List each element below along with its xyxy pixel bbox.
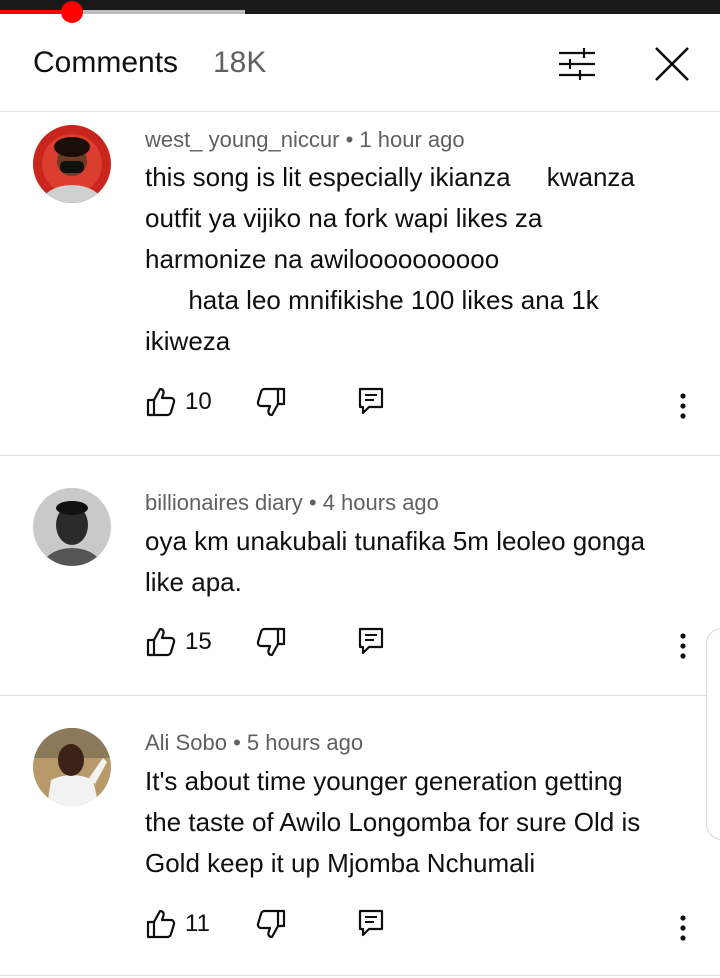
thumbs-down-icon bbox=[256, 627, 286, 657]
like-count: 15 bbox=[185, 628, 212, 655]
comment-author[interactable]: billionaires diary bbox=[145, 490, 303, 515]
scroll-indicator[interactable] bbox=[706, 628, 720, 840]
comments-count: 18K bbox=[213, 46, 267, 79]
reply-button[interactable] bbox=[357, 626, 385, 656]
close-button[interactable] bbox=[650, 42, 694, 86]
comment-line: harmonize na awiloooooooooo bbox=[145, 244, 500, 274]
reply-button[interactable] bbox=[357, 386, 385, 416]
like-count: 11 bbox=[185, 910, 210, 937]
comment-line: Gold keep it up Mjomba Nchumali bbox=[145, 848, 536, 878]
thumbs-up-icon bbox=[146, 627, 176, 657]
dislike-button[interactable] bbox=[255, 908, 287, 940]
thumbs-up-icon bbox=[146, 909, 176, 939]
thumbs-down-icon bbox=[256, 909, 286, 939]
comment-time: 1 hour ago bbox=[359, 127, 465, 152]
comment-line: this song is lit especially ikianza kwan… bbox=[145, 162, 635, 192]
comment-author[interactable]: west_ young_niccur bbox=[145, 127, 339, 152]
thumbs-up-icon bbox=[146, 387, 176, 417]
avatar[interactable] bbox=[33, 728, 111, 806]
more-vertical-icon bbox=[680, 915, 686, 941]
comment-time: 4 hours ago bbox=[322, 490, 439, 515]
comment-line: hata leo mnifikishe 100 likes ana 1k bbox=[145, 285, 599, 315]
comment-line: ikiweza bbox=[145, 326, 231, 356]
comment-meta: west_ young_niccur • 1 hour ago bbox=[145, 127, 465, 153]
reply-comment-icon bbox=[358, 909, 384, 937]
comment-time: 5 hours ago bbox=[246, 730, 364, 755]
comments-title: Comments bbox=[33, 46, 179, 79]
avatar[interactable] bbox=[33, 125, 111, 203]
comment-text: It's about time younger generation getti… bbox=[145, 761, 690, 884]
more-vertical-icon bbox=[680, 393, 686, 419]
meta-separator: • bbox=[308, 490, 317, 515]
reply-comment-icon bbox=[358, 387, 384, 415]
dislike-button[interactable] bbox=[255, 386, 287, 418]
filter-button[interactable] bbox=[555, 42, 599, 86]
filter-icon bbox=[559, 48, 595, 80]
reply-button[interactable] bbox=[357, 908, 385, 938]
meta-separator: • bbox=[345, 127, 354, 152]
comment-meta: billionaires diary • 4 hours ago bbox=[145, 490, 439, 516]
comment-item: Ali Sobo • 5 hours ago It's about time y… bbox=[0, 696, 720, 976]
comment-line: the taste of Awilo Longomba for sure Old… bbox=[145, 807, 641, 837]
comment-line: like apa. bbox=[145, 567, 242, 597]
more-options-button[interactable] bbox=[665, 908, 701, 948]
comment-text: this song is lit especially ikianza kwan… bbox=[145, 157, 690, 362]
more-vertical-icon bbox=[680, 633, 686, 659]
comments-header: Comments 18K bbox=[0, 14, 720, 112]
dislike-button[interactable] bbox=[255, 626, 287, 658]
like-button[interactable]: 10 bbox=[145, 386, 212, 418]
like-count: 10 bbox=[185, 388, 212, 415]
thumbs-down-icon bbox=[256, 387, 286, 417]
close-icon bbox=[655, 47, 689, 81]
reply-comment-icon bbox=[358, 627, 384, 655]
video-progress-bar[interactable] bbox=[0, 0, 720, 23]
avatar[interactable] bbox=[33, 488, 111, 566]
comment-line: outfit ya vijiko na fork wapi likes za bbox=[145, 203, 543, 233]
comment-line: It's about time younger generation getti… bbox=[145, 766, 623, 796]
comment-author[interactable]: Ali Sobo bbox=[145, 730, 227, 755]
comment-item: west_ young_niccur • 1 hour ago this son… bbox=[0, 112, 720, 456]
more-options-button[interactable] bbox=[665, 386, 701, 426]
meta-separator: • bbox=[233, 730, 241, 755]
comment-meta: Ali Sobo • 5 hours ago bbox=[145, 730, 363, 756]
comment-item: billionaires diary • 4 hours ago oya km … bbox=[0, 456, 720, 696]
more-options-button[interactable] bbox=[665, 626, 701, 666]
comment-text: oya km unakubali tunafika 5m leoleo gong… bbox=[145, 521, 690, 603]
like-button[interactable]: 15 bbox=[145, 626, 212, 658]
like-button[interactable]: 11 bbox=[145, 908, 210, 940]
comment-line: oya km unakubali tunafika 5m leoleo gong… bbox=[145, 526, 646, 556]
